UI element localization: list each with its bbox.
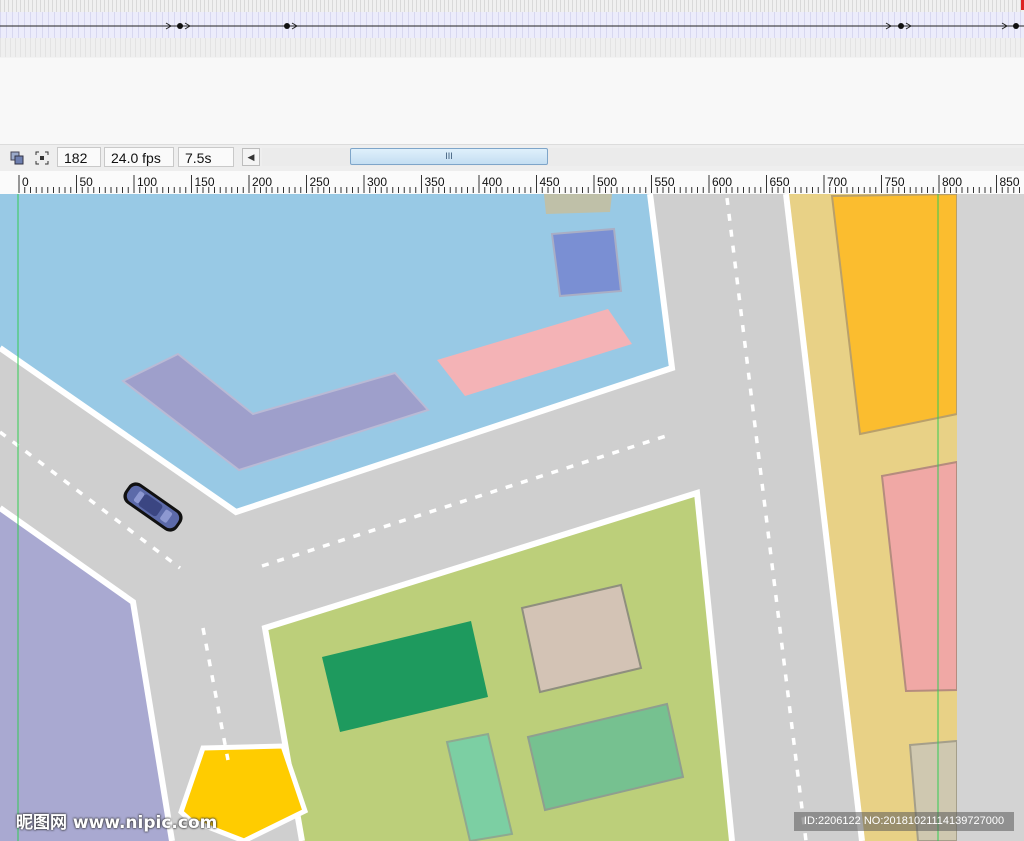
keyframe-dot[interactable] [1013, 23, 1019, 29]
ruler-label: 700 [827, 175, 847, 189]
tween-arrows [0, 22, 1024, 30]
ruler-label: 400 [482, 175, 502, 189]
ruler-label: 150 [195, 175, 215, 189]
left-arrow-icon[interactable]: ◀ [242, 148, 260, 166]
current-frame: 182 [57, 147, 101, 167]
ruler-label: 450 [540, 175, 560, 189]
ruler-label: 0 [22, 175, 29, 189]
watermark-id: ID:2206122 NO:20181021114139727000 [794, 812, 1014, 831]
timeline-panel[interactable] [0, 0, 1024, 59]
ruler-label: 350 [425, 175, 445, 189]
keyframe-dot[interactable] [177, 23, 183, 29]
ruler-label: 750 [885, 175, 905, 189]
watermark-logo: 昵图网 www.nipic.com [16, 813, 218, 833]
timeline-empty-row [0, 38, 1024, 57]
ruler-label: 650 [770, 175, 790, 189]
keyframe-dot[interactable] [898, 23, 904, 29]
ruler-label: 850 [1000, 175, 1020, 189]
ruler-label: 500 [597, 175, 617, 189]
frame-rate[interactable]: 24.0 fps [104, 147, 174, 167]
timeline-blank-area [0, 58, 1024, 144]
building-blue[interactable] [550, 227, 623, 298]
ruler-label: 300 [367, 175, 387, 189]
ruler-label: 600 [712, 175, 732, 189]
ruler-label: 50 [80, 175, 94, 189]
keyframe-dot[interactable] [284, 23, 290, 29]
scrollbar-thumb[interactable]: III [350, 148, 548, 165]
center-frame-icon[interactable] [33, 149, 51, 167]
ruler-label: 800 [942, 175, 962, 189]
elapsed-time: 7.5s [178, 147, 234, 167]
building-olive[interactable] [544, 194, 612, 214]
horizontal-ruler: 0 50 100 150 200 250 300 350 400 450 500 550 600 650 7… [0, 171, 1024, 195]
offstage-area [957, 194, 1024, 841]
ruler-label: 200 [252, 175, 272, 189]
ruler-label: 100 [137, 175, 157, 189]
timeline-status-bar: 182 24.0 fps 7.5s ◀ III [0, 144, 1024, 172]
stage-canvas[interactable] [0, 194, 1024, 841]
ruler-label: 550 [655, 175, 675, 189]
map-illustration [0, 194, 1024, 841]
ruler-ticks: 0 50 100 150 200 250 300 350 400 450 500 550 600 650 7… [18, 175, 1020, 193]
layers-icon[interactable] [8, 149, 26, 167]
ruler-label: 250 [310, 175, 330, 189]
